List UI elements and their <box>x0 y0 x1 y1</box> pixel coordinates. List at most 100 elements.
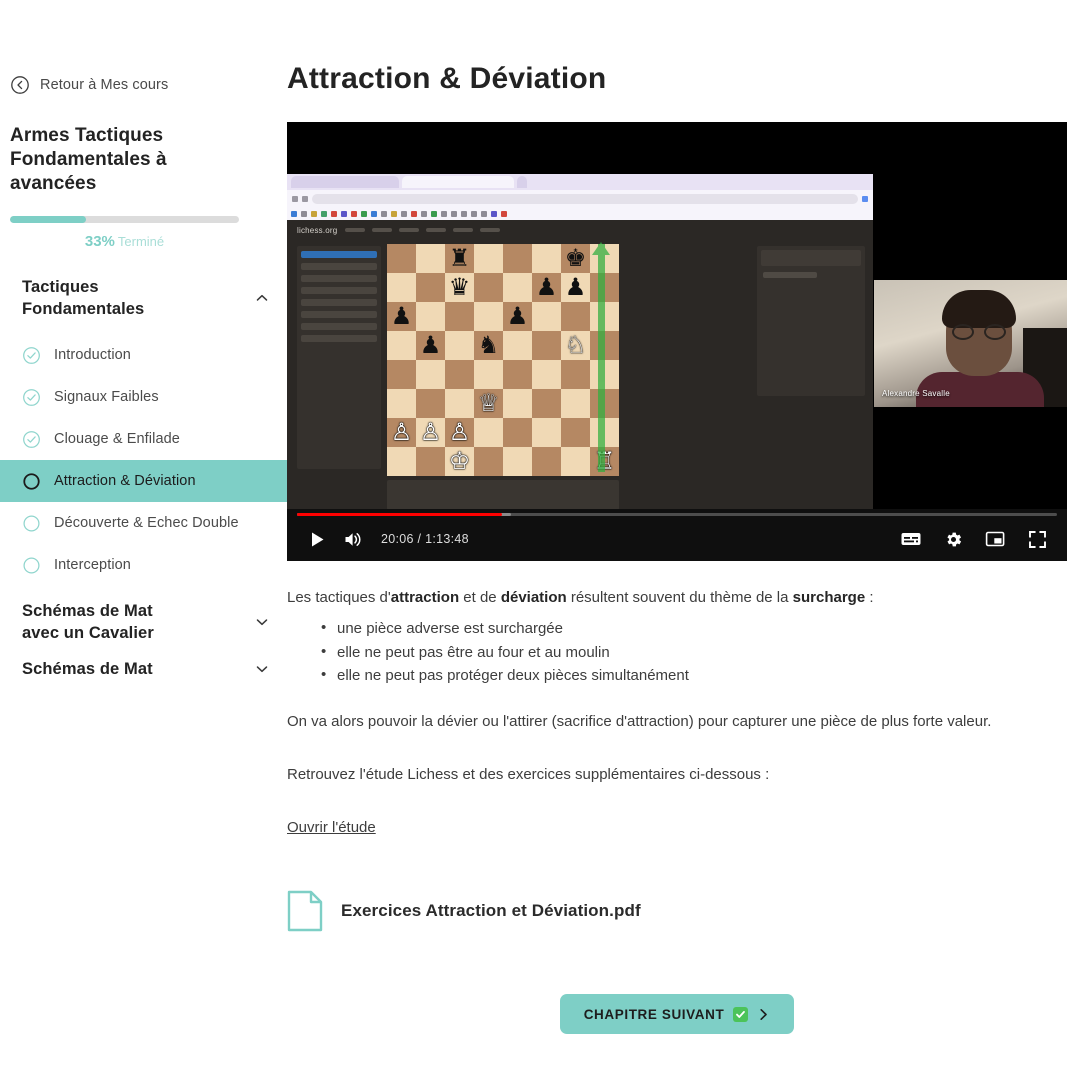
sidebar-item-clouage-enfilade[interactable]: Clouage & Enfilade <box>0 418 287 460</box>
video-player[interactable]: lichess.org ♜ ♚ ♛ ♟ ♟ ♟ ♟ ♟ ♞ ♘ ♕ ♙ ♙ ♙ … <box>287 122 1067 561</box>
video-controls-right <box>893 521 1055 557</box>
chess-piece: ♙ <box>448 418 471 446</box>
board-square <box>387 389 416 418</box>
check-circle-icon <box>23 430 40 448</box>
board-square <box>445 360 474 389</box>
intro-end: : <box>865 589 874 606</box>
course-progress: 33% Terminé <box>10 216 277 250</box>
browser-tab-active <box>402 176 514 188</box>
webcam-participant-name: Alexandre Savalle <box>882 389 950 398</box>
miniplayer-button[interactable] <box>977 521 1013 557</box>
section-header-schemas-de-mat[interactable]: Schémas de Mat <box>0 658 287 680</box>
captions-icon <box>901 533 921 545</box>
video-controls: 20:06 / 1:13:48 <box>287 509 1067 561</box>
back-to-courses-link[interactable]: Retour à Mes cours <box>0 72 287 98</box>
section-header-schemas-de-mat-avec-un-cavalier[interactable]: Schémas de Mat avec un Cavalier <box>0 600 287 644</box>
lesson-body-text: Les tactiques d'attraction et de déviati… <box>287 561 1067 838</box>
paragraph-2: On va alors pouvoir la dévier ou l'attir… <box>287 713 992 730</box>
miniplayer-icon <box>985 531 1005 547</box>
board-square <box>474 360 503 389</box>
list-item: elle ne peut pas être au four et au moul… <box>321 641 1067 664</box>
list-item: elle ne peut pas protéger deux pièces si… <box>321 664 1067 687</box>
video-progress-bar[interactable] <box>297 513 1057 516</box>
board-square <box>532 331 561 360</box>
board-square <box>416 302 445 331</box>
board-square <box>474 244 503 273</box>
captions-button[interactable] <box>893 521 929 557</box>
chess-piece: ♟ <box>419 331 442 359</box>
board-square <box>503 273 532 302</box>
sidebar-item-interception[interactable]: Interception <box>0 544 287 586</box>
chevron-up-icon[interactable] <box>253 289 271 307</box>
board-square: ♚ <box>561 244 590 273</box>
chess-piece: ♛ <box>448 273 471 301</box>
course-sidebar: Retour à Mes cours Armes Tactiques Fonda… <box>0 0 287 1080</box>
browser-url-pill <box>312 193 858 204</box>
page-title: Attraction & Déviation <box>287 62 607 95</box>
sidebar-item-introduction[interactable]: Introduction <box>0 334 287 376</box>
back-to-courses-label: Retour à Mes cours <box>40 77 169 93</box>
fullscreen-button[interactable] <box>1019 521 1055 557</box>
board-square: ♙ <box>416 418 445 447</box>
bold-surcharge: surcharge <box>792 589 866 606</box>
lichess-page: lichess.org ♜ ♚ ♛ ♟ ♟ ♟ ♟ ♟ ♞ ♘ ♕ ♙ ♙ ♙ … <box>287 220 873 509</box>
sidebar-section-schemas-de-mat-avec-un-cavalier: Schémas de Mat avec un Cavalier <box>0 600 287 644</box>
chevron-right-icon <box>760 1008 768 1020</box>
attachment-row[interactable]: Exercices Attraction et Déviation.pdf <box>287 890 1080 932</box>
chevron-down-icon[interactable] <box>253 613 271 631</box>
next-chapter-button[interactable]: CHAPITRE SUIVANT <box>559 994 795 1035</box>
sidebar-item-signaux-faibles[interactable]: Signaux Faibles <box>0 376 287 418</box>
settings-gear-button[interactable] <box>935 521 971 557</box>
sidebar-item-decouverte-echec-double[interactable]: Découverte & Echec Double <box>0 502 287 544</box>
check-circle-icon <box>23 346 40 364</box>
sidebar-item-label: Introduction <box>54 347 131 363</box>
next-chapter-wrap: CHAPITRE SUIVANT <box>287 994 1067 1035</box>
board-square: ♟ <box>387 302 416 331</box>
lichess-logo: lichess.org <box>297 225 338 235</box>
chevron-down-icon[interactable] <box>253 660 271 678</box>
volume-button[interactable] <box>335 521 371 557</box>
webcam-person-glasses <box>952 324 1006 340</box>
intro-mid2: résultent souvent du thème de la <box>566 589 793 606</box>
open-study-link[interactable]: Ouvrir l'étude <box>287 817 376 839</box>
board-square <box>503 389 532 418</box>
check-icon <box>736 1010 746 1018</box>
bold-deviation: déviation <box>500 589 567 606</box>
list-item: une pièce adverse est surchargée <box>321 617 1067 640</box>
board-square: ♟ <box>561 273 590 302</box>
play-button[interactable] <box>299 521 335 557</box>
board-square <box>503 447 532 476</box>
board-square <box>474 273 503 302</box>
board-square <box>561 360 590 389</box>
board-square <box>387 273 416 302</box>
board-square <box>503 418 532 447</box>
sidebar-item-attraction-deviation[interactable]: Attraction & Déviation <box>0 460 287 502</box>
board-square <box>503 244 532 273</box>
sidebar-item-label: Signaux Faibles <box>54 389 159 405</box>
circle-arrow-left-icon <box>11 76 29 94</box>
fullscreen-icon <box>1028 530 1046 548</box>
sidebar-section-tactiques-fondamentales: Tactiques Fondamentales Introduction Sig… <box>0 276 287 586</box>
circle-outline-icon <box>23 556 40 574</box>
board-square <box>561 302 590 331</box>
chess-piece: ♜ <box>448 244 471 272</box>
browser-bookmarks-bar <box>287 207 873 220</box>
browser-new-tab <box>517 176 527 188</box>
progress-fill <box>10 216 86 223</box>
sidebar-section-schemas-de-mat: Schémas de Mat <box>0 658 287 680</box>
bullet-list: une pièce adverse est surchargée elle ne… <box>321 617 1067 687</box>
check-circle-icon <box>23 388 40 406</box>
board-square: ♞ <box>474 331 503 360</box>
attachment-file-name: Exercices Attraction et Déviation.pdf <box>341 901 641 921</box>
lichess-body: ♜♚♛♟♟♟♟♟♞♘♕♙♙♙♔♖ <box>287 240 873 509</box>
board-square <box>474 447 503 476</box>
board-square: ♟ <box>503 302 532 331</box>
progress-percent: 33% <box>84 233 115 250</box>
section-header-tactiques-fondamentales[interactable]: Tactiques Fondamentales <box>0 276 287 320</box>
lichess-move-controls <box>387 480 619 509</box>
board-square <box>387 244 416 273</box>
video-stage: lichess.org ♜ ♚ ♛ ♟ ♟ ♟ ♟ ♟ ♞ ♘ ♕ ♙ ♙ ♙ … <box>287 122 1067 561</box>
lichess-study-chapters <box>297 246 381 469</box>
chess-piece: ♘ <box>564 331 587 359</box>
chess-piece: ♚ <box>564 244 587 272</box>
